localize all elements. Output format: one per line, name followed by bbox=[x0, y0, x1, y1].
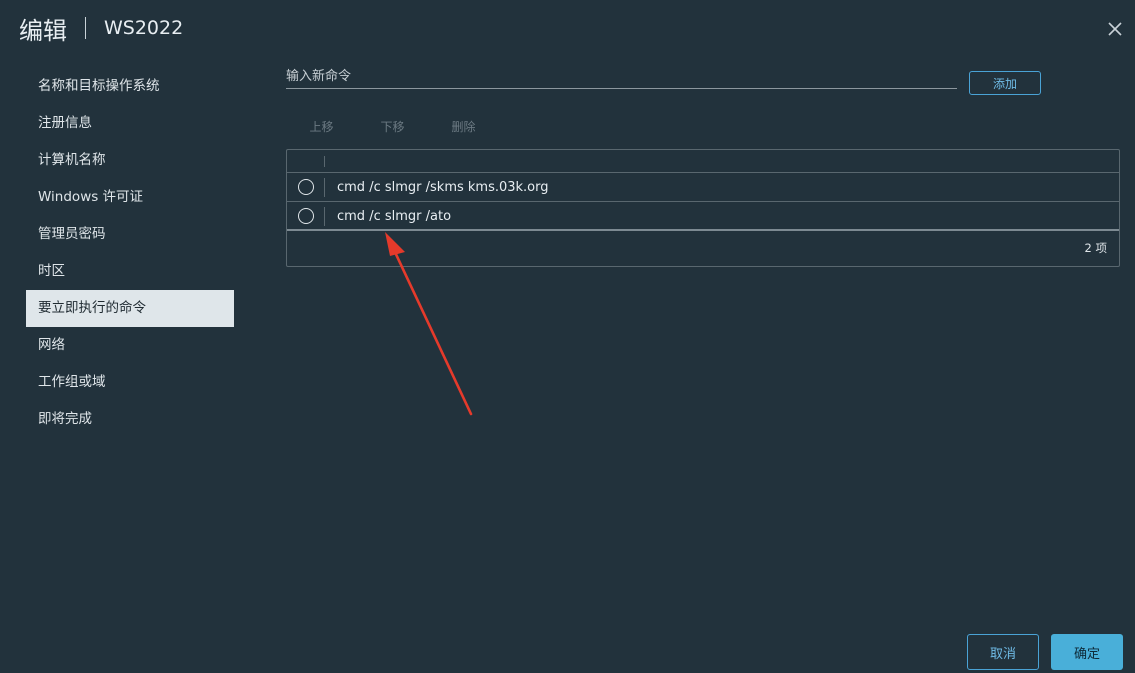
title-divider bbox=[85, 17, 86, 39]
command-text: cmd /c slmgr /skms kms.03k.org bbox=[337, 180, 549, 195]
sidebar-item-workgroup-domain[interactable]: 工作组或域 bbox=[26, 364, 234, 401]
sidebar-item-name-os[interactable]: 名称和目标操作系统 bbox=[26, 68, 234, 105]
command-text: cmd /c slmgr /ato bbox=[337, 209, 452, 224]
add-command-button[interactable]: 添加 bbox=[969, 71, 1041, 95]
column-divider bbox=[324, 207, 325, 226]
sidebar-item-label: 时区 bbox=[38, 263, 65, 279]
sidebar-item-timezone[interactable]: 时区 bbox=[26, 253, 234, 290]
sidebar-item-ready-to-complete[interactable]: 即将完成 bbox=[26, 401, 234, 438]
move-down-button[interactable]: 下移 bbox=[357, 116, 428, 136]
close-button[interactable] bbox=[1106, 20, 1124, 38]
sidebar-item-label: Windows 许可证 bbox=[38, 189, 144, 205]
cancel-button[interactable]: 取消 bbox=[967, 634, 1039, 670]
sidebar-item-label: 即将完成 bbox=[38, 411, 92, 427]
dialog-subtitle: WS2022 bbox=[104, 17, 184, 39]
row-select-radio[interactable] bbox=[298, 208, 314, 224]
grid-header bbox=[287, 150, 1119, 173]
sidebar-item-label: 工作组或域 bbox=[38, 374, 106, 390]
sidebar-item-network[interactable]: 网络 bbox=[26, 327, 234, 364]
sidebar-item-label: 管理员密码 bbox=[38, 226, 106, 242]
column-divider bbox=[324, 178, 325, 197]
sidebar-item-registration[interactable]: 注册信息 bbox=[26, 105, 234, 142]
table-row[interactable]: cmd /c slmgr /ato bbox=[287, 202, 1119, 231]
close-icon bbox=[1108, 22, 1122, 36]
sidebar-item-label: 注册信息 bbox=[38, 115, 92, 131]
sidebar-item-label: 网络 bbox=[38, 337, 65, 353]
dialog-title: 编辑 bbox=[19, 16, 67, 45]
column-divider bbox=[324, 156, 325, 167]
wizard-step-nav: 名称和目标操作系统 注册信息 计算机名称 Windows 许可证 管理员密码 时… bbox=[26, 68, 234, 438]
sidebar-item-label: 名称和目标操作系统 bbox=[38, 78, 160, 94]
dialog-header: 编辑 WS2022 bbox=[19, 12, 184, 45]
ok-button[interactable]: 确定 bbox=[1051, 634, 1123, 670]
new-command-input[interactable] bbox=[286, 64, 957, 88]
sidebar-item-windows-license[interactable]: Windows 许可证 bbox=[26, 179, 234, 216]
delete-button[interactable]: 删除 bbox=[428, 116, 499, 136]
sidebar-item-admin-password[interactable]: 管理员密码 bbox=[26, 216, 234, 253]
sidebar-item-label: 要立即执行的命令 bbox=[38, 300, 146, 316]
red-arrow-annotation bbox=[385, 232, 473, 416]
sidebar-item-run-once-commands[interactable]: 要立即执行的命令 bbox=[26, 290, 234, 327]
move-up-button[interactable]: 上移 bbox=[286, 116, 357, 136]
row-select-radio[interactable] bbox=[298, 179, 314, 195]
item-count: 2 项 bbox=[1084, 241, 1107, 255]
sidebar-item-computer-name[interactable]: 计算机名称 bbox=[26, 142, 234, 179]
new-command-field bbox=[286, 64, 957, 89]
sidebar-item-label: 计算机名称 bbox=[38, 152, 106, 168]
table-row[interactable]: cmd /c slmgr /skms kms.03k.org bbox=[287, 173, 1119, 202]
command-toolbar: 上移 下移 删除 bbox=[286, 116, 499, 136]
